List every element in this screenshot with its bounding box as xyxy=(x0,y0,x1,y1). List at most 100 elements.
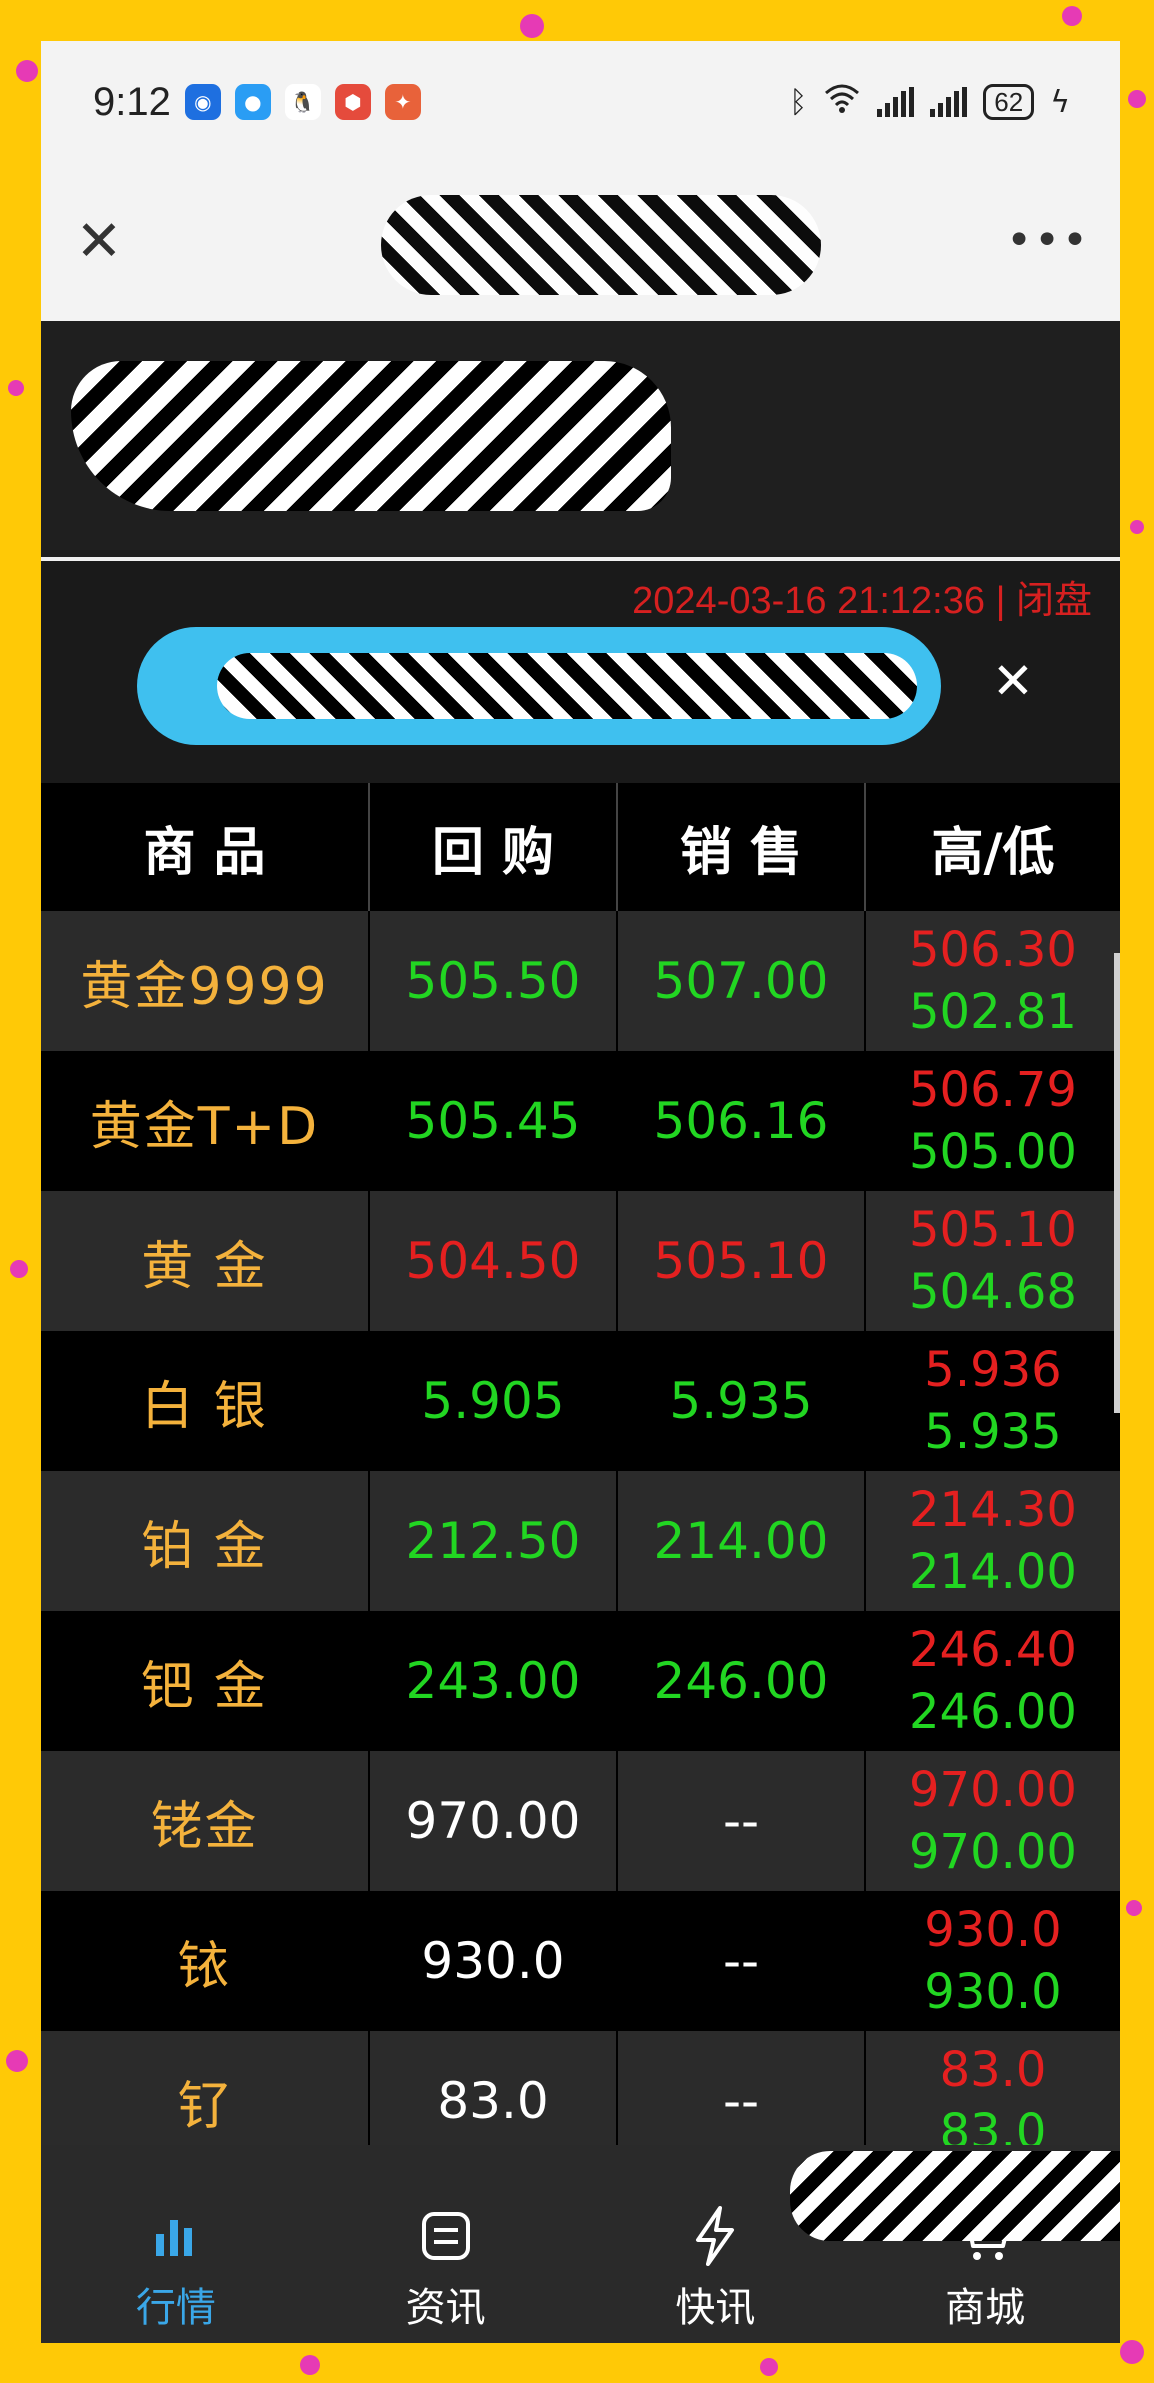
buyback-price: 930.0 xyxy=(421,1932,565,1990)
table-row[interactable]: 铂 金 212.50 214.00 214.30 214.00 xyxy=(41,1471,1120,1611)
sell-price: 214.00 xyxy=(653,1512,829,1570)
charging-icon: ϟ xyxy=(1050,84,1070,120)
message-app-icon: ● xyxy=(234,84,271,120)
chart-bars-icon xyxy=(152,2201,200,2271)
buyback-price: 505.50 xyxy=(405,952,581,1010)
scrollbar[interactable] xyxy=(1114,953,1120,1413)
battery-level: 62 xyxy=(994,86,1024,117)
column-header-sell: 销 售 xyxy=(617,783,866,911)
tab-label: 快讯 xyxy=(675,2285,756,2331)
column-header-buyback: 回 购 xyxy=(369,783,618,911)
low-price: 504.68 xyxy=(909,1264,1077,1320)
lightning-icon xyxy=(690,2201,740,2271)
high-price: 246.40 xyxy=(909,1622,1077,1678)
buyback-price: 505.45 xyxy=(405,1092,581,1150)
product-name-cell: 黄 金 xyxy=(41,1191,370,1331)
photo-app-icon: ✦ xyxy=(384,84,421,120)
sell-price: 506.16 xyxy=(653,1092,829,1150)
high-low-cell: 246.40 246.00 xyxy=(865,1611,1120,1751)
product-name-cell: 铑金 xyxy=(41,1751,370,1891)
more-icon[interactable]: ••• xyxy=(1006,215,1090,266)
high-price: 83.0 xyxy=(939,2042,1047,2098)
tab-label: 资讯 xyxy=(405,2285,486,2331)
phone-screen: 9:12 ◉ ● 🐧 ⬢ ✦ ᛒ 62 ϟ ✕ ••• 2024-03-16 2… xyxy=(41,41,1120,2343)
sell-price-cell: 506.16 xyxy=(617,1051,866,1191)
sell-price-cell: 5.935 xyxy=(617,1331,866,1471)
buyback-price-cell: 504.50 xyxy=(369,1191,618,1331)
table-row[interactable]: 铱 930.0 -- 930.0 930.0 xyxy=(41,1891,1120,2031)
sell-price: -- xyxy=(722,2072,760,2130)
sell-price-cell: 246.00 xyxy=(617,1611,866,1751)
tab-news[interactable]: 资讯 xyxy=(311,2145,581,2343)
table-row[interactable]: 黄金9999 505.50 507.00 506.30 502.81 xyxy=(41,911,1120,1051)
high-price: 506.79 xyxy=(909,1062,1077,1118)
low-price: 505.00 xyxy=(909,1124,1077,1180)
product-name: 铱 xyxy=(177,1936,232,1997)
low-price: 246.00 xyxy=(909,1684,1077,1740)
low-price: 930.0 xyxy=(924,1964,1062,2020)
table-row[interactable]: 白 银 5.905 5.935 5.936 5.935 xyxy=(41,1331,1120,1471)
status-bar: 9:12 ◉ ● 🐧 ⬢ ✦ ᛒ 62 ϟ xyxy=(41,41,1120,163)
product-name-cell: 黄金9999 xyxy=(41,911,370,1051)
tab-label: 商城 xyxy=(945,2285,1026,2331)
high-low-cell: 506.30 502.81 xyxy=(865,911,1120,1051)
sell-price: 246.00 xyxy=(653,1652,829,1710)
close-icon[interactable]: ✕ xyxy=(71,209,127,274)
buyback-price-cell: 505.50 xyxy=(369,911,618,1051)
product-name-cell: 铱 xyxy=(41,1891,370,2031)
column-header-high-low: 高/低 xyxy=(865,783,1120,911)
buyback-price-cell: 5.905 xyxy=(369,1331,618,1471)
high-low-cell: 505.10 504.68 xyxy=(865,1191,1120,1331)
buyback-price: 5.905 xyxy=(421,1372,565,1430)
product-name-cell: 黄金T+D xyxy=(41,1051,370,1191)
sell-price: 507.00 xyxy=(653,952,829,1010)
product-name: 铑金 xyxy=(150,1796,259,1857)
notification-icons: ◉ ● 🐧 ⬢ ✦ xyxy=(184,84,421,120)
buyback-price: 504.50 xyxy=(405,1232,581,1290)
product-name-cell: 白 银 xyxy=(41,1331,370,1471)
sell-price: 5.935 xyxy=(669,1372,813,1430)
notice-close-icon[interactable]: ✕ xyxy=(981,649,1045,713)
tab-label: 行情 xyxy=(135,2285,216,2331)
table-row[interactable]: 黄 金 504.50 505.10 505.10 504.68 xyxy=(41,1191,1120,1331)
tab-market[interactable]: 行情 xyxy=(41,2145,311,2343)
high-price: 930.0 xyxy=(924,1902,1062,1958)
buyback-price-cell: 243.00 xyxy=(369,1611,618,1751)
table-row[interactable]: 黄金T+D 505.45 506.16 506.79 505.00 xyxy=(41,1051,1120,1191)
high-price: 214.30 xyxy=(909,1482,1077,1538)
notice-pill[interactable] xyxy=(137,627,941,745)
app-notification-icon: ◉ xyxy=(184,84,221,120)
buyback-price-cell: 970.00 xyxy=(369,1751,618,1891)
high-price: 970.00 xyxy=(909,1762,1077,1818)
sell-price: -- xyxy=(722,1932,760,1990)
high-low-cell: 930.0 930.0 xyxy=(865,1891,1120,2031)
sell-price-cell: 505.10 xyxy=(617,1191,866,1331)
redacted-logo xyxy=(71,361,671,511)
product-name: 钯 金 xyxy=(141,1656,268,1717)
table-row[interactable]: 钯 金 243.00 246.00 246.40 246.00 xyxy=(41,1611,1120,1751)
product-name: 钌 xyxy=(177,2076,232,2137)
wifi-icon xyxy=(823,83,861,121)
qq-penguin-icon: 🐧 xyxy=(284,84,321,120)
high-low-cell: 506.79 505.00 xyxy=(865,1051,1120,1191)
sell-price-cell: 507.00 xyxy=(617,911,866,1051)
buyback-price-cell: 505.45 xyxy=(369,1051,618,1191)
low-price: 502.81 xyxy=(909,984,1077,1040)
nav-bar: ✕ ••• xyxy=(41,163,1120,321)
brand-banner xyxy=(41,321,1120,561)
sell-price: -- xyxy=(722,1792,760,1850)
table-header: 商 品 回 购 销 售 高/低 xyxy=(41,783,1120,911)
buyback-price-cell: 212.50 xyxy=(369,1471,618,1611)
sell-price-cell: -- xyxy=(617,1891,866,2031)
product-name-cell: 铂 金 xyxy=(41,1471,370,1611)
low-price: 970.00 xyxy=(909,1824,1077,1880)
news-icon xyxy=(418,2201,474,2271)
sell-price-cell: 214.00 xyxy=(617,1471,866,1611)
product-name: 黄 金 xyxy=(141,1236,268,1297)
low-price: 5.935 xyxy=(924,1404,1062,1460)
high-price: 5.936 xyxy=(924,1342,1062,1398)
column-header-product: 商 品 xyxy=(41,783,370,911)
status-time: 9:12 xyxy=(93,79,171,124)
table-row[interactable]: 铑金 970.00 -- 970.00 970.00 xyxy=(41,1751,1120,1891)
product-name: 铂 金 xyxy=(141,1516,268,1577)
